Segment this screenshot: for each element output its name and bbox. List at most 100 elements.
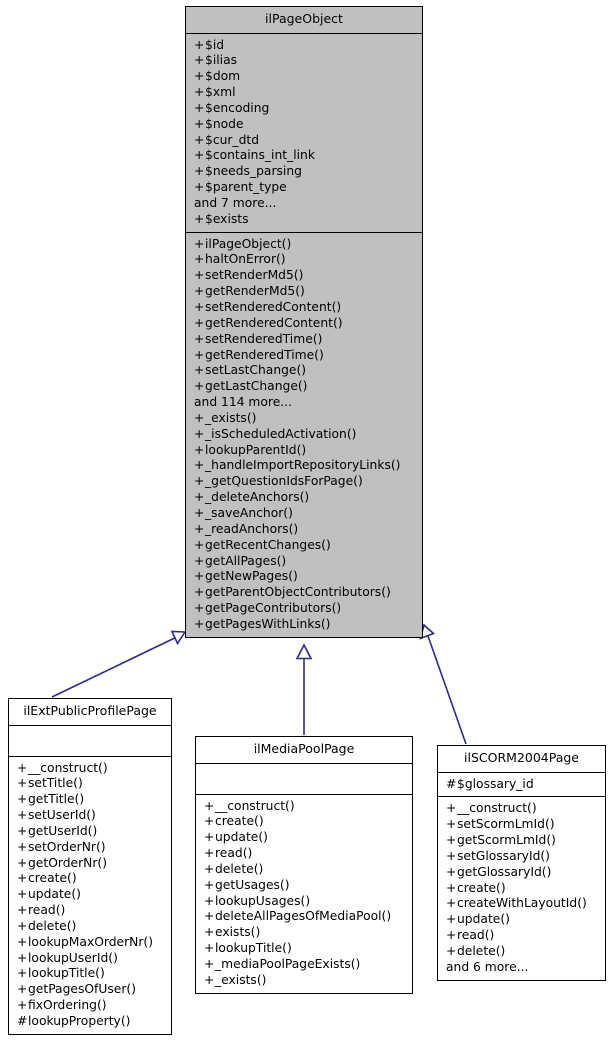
member-label: delete() bbox=[215, 861, 264, 876]
member-label: getPagesWithLinks() bbox=[205, 616, 331, 631]
class-member: +delete() bbox=[196, 862, 412, 878]
class-box-ilscorm2004page[interactable]: ilSCORM2004Page #$glossary_id +__constru… bbox=[437, 745, 606, 981]
class-member: +createWithLayoutId() bbox=[438, 896, 605, 912]
class-member: +getGlossaryId() bbox=[438, 865, 605, 881]
class-member: +getRenderedTime() bbox=[186, 348, 422, 364]
class-member-overflow: and 114 more... bbox=[186, 395, 422, 411]
class-member: +lookupUserId() bbox=[9, 951, 171, 967]
visibility-marker: + bbox=[204, 893, 215, 908]
member-label: setRenderedTime() bbox=[205, 331, 323, 346]
visibility-marker: + bbox=[17, 966, 28, 981]
visibility-marker: + bbox=[194, 379, 205, 394]
member-label: __construct() bbox=[457, 801, 537, 816]
member-label: getGlossaryId() bbox=[457, 864, 552, 879]
member-label: getOrderNr() bbox=[28, 855, 107, 870]
class-member: +getTitle() bbox=[9, 792, 171, 808]
class-member: +$id bbox=[186, 38, 422, 54]
visibility-marker: + bbox=[194, 148, 205, 163]
class-member: +_exists() bbox=[186, 411, 422, 427]
member-label: _exists() bbox=[215, 972, 267, 987]
class-box-ilextpublicprofilepage[interactable]: ilExtPublicProfilePage +__construct() +se… bbox=[8, 698, 172, 1035]
class-member: +$contains_int_link bbox=[186, 148, 422, 164]
class-member: +create() bbox=[196, 814, 412, 830]
class-member: +$needs_parsing bbox=[186, 164, 422, 180]
visibility-marker: + bbox=[204, 972, 215, 987]
class-member: +_exists() bbox=[196, 973, 412, 989]
visibility-marker: + bbox=[17, 871, 28, 886]
visibility-marker: + bbox=[204, 909, 215, 924]
member-label: getRecentChanges() bbox=[205, 537, 331, 552]
member-label: _readAnchors() bbox=[205, 521, 299, 536]
visibility-marker: + bbox=[194, 53, 205, 68]
class-member: +getOrderNr() bbox=[9, 856, 171, 872]
visibility-marker: + bbox=[17, 918, 28, 933]
member-label: and 7 more... bbox=[194, 195, 277, 210]
class-member: +haltOnError() bbox=[186, 252, 422, 268]
class-methods-ilmediapoolpage: +__construct() +create() +update() +read() +… bbox=[196, 794, 412, 993]
member-label: getUsages() bbox=[215, 877, 290, 892]
class-member: +update() bbox=[196, 830, 412, 846]
member-label: $node bbox=[205, 116, 244, 131]
member-label: setLastChange() bbox=[205, 363, 307, 378]
member-label: _isScheduledActivation() bbox=[205, 426, 357, 441]
visibility-marker: + bbox=[194, 315, 205, 330]
member-label: $dom bbox=[205, 69, 241, 84]
class-member: +$ilias bbox=[186, 53, 422, 69]
visibility-marker: + bbox=[194, 553, 205, 568]
class-member: +delete() bbox=[9, 919, 171, 935]
member-label: $contains_int_link bbox=[205, 148, 315, 163]
member-label: getParentObjectContributors() bbox=[205, 585, 391, 600]
visibility-marker: + bbox=[194, 347, 205, 362]
member-label: createWithLayoutId() bbox=[457, 896, 587, 911]
member-label: setRenderedContent() bbox=[205, 300, 342, 314]
generalization-ilscorm2004page bbox=[419, 623, 467, 745]
class-methods-ilpageobject: +ilPageObject() +haltOnError() +setRenderM… bbox=[186, 232, 422, 637]
member-label: $glossary_id bbox=[457, 776, 534, 791]
visibility-marker: + bbox=[17, 792, 28, 807]
class-title-ilmediapoolpage: ilMediaPoolPage bbox=[196, 737, 412, 764]
member-label: lookupUsages() bbox=[215, 893, 311, 908]
visibility-marker: + bbox=[194, 458, 205, 473]
class-member: +_mediaPoolPageExists() bbox=[196, 957, 412, 973]
member-label: getPagesOfUser() bbox=[28, 982, 136, 997]
class-member: +getRecentChanges() bbox=[186, 538, 422, 554]
class-member: +deleteAllPagesOfMediaPool() bbox=[196, 909, 412, 925]
class-title-ilscorm2004page: ilSCORM2004Page bbox=[438, 746, 605, 773]
member-label: getUserId() bbox=[28, 823, 98, 838]
member-label: lookupUserId() bbox=[28, 950, 118, 965]
visibility-marker: + bbox=[204, 798, 215, 813]
visibility-marker: + bbox=[204, 956, 215, 971]
visibility-marker: + bbox=[194, 236, 205, 251]
class-member: +getRenderMd5() bbox=[186, 284, 422, 300]
visibility-marker: + bbox=[194, 211, 205, 226]
member-label: getRenderMd5() bbox=[205, 284, 305, 299]
class-member-overflow: and 6 more... bbox=[438, 960, 605, 976]
class-member: +getUserId() bbox=[9, 824, 171, 840]
class-attributes-ilscorm2004page: #$glossary_id bbox=[438, 772, 605, 798]
member-label: lookupMaxOrderNr() bbox=[28, 934, 154, 949]
visibility-marker: + bbox=[194, 410, 205, 425]
class-member: +_getQuestionIdsForPage() bbox=[186, 474, 422, 490]
visibility-marker: + bbox=[194, 116, 205, 131]
visibility-marker: + bbox=[194, 616, 205, 631]
member-label: read() bbox=[28, 903, 66, 918]
class-member: +lookupTitle() bbox=[196, 941, 412, 957]
class-box-ilmediapoolpage[interactable]: ilMediaPoolPage +__construct() +create() +… bbox=[195, 736, 413, 994]
class-member: +__construct() bbox=[9, 761, 171, 777]
visibility-marker: + bbox=[446, 817, 457, 832]
visibility-marker: + bbox=[194, 268, 205, 283]
visibility-marker: # bbox=[17, 1014, 28, 1028]
member-label: $encoding bbox=[205, 100, 270, 115]
class-member: +getLastChange() bbox=[186, 379, 422, 395]
visibility-marker: + bbox=[446, 896, 457, 911]
class-member: #lookupProperty() bbox=[9, 1014, 171, 1030]
class-box-ilpageobject[interactable]: ilPageObject +$id +$ilias +$dom +$xml +$enco… bbox=[185, 6, 423, 638]
member-label: fixOrdering() bbox=[28, 998, 107, 1013]
visibility-marker: + bbox=[194, 521, 205, 536]
class-member: +getNewPages() bbox=[186, 569, 422, 585]
member-label: getPageContributors() bbox=[205, 601, 342, 616]
visibility-marker: + bbox=[194, 426, 205, 441]
member-label: __construct() bbox=[28, 760, 108, 775]
visibility-marker: + bbox=[17, 839, 28, 854]
member-label: __construct() bbox=[215, 798, 295, 813]
